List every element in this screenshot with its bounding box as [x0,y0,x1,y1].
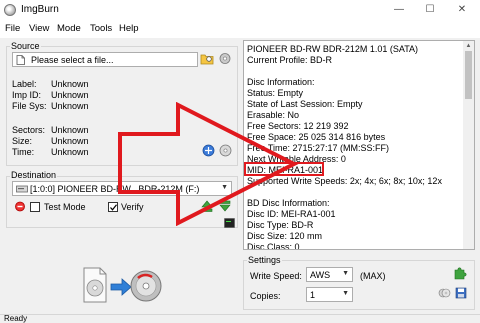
copies-select[interactable]: 1 ▼ [306,287,353,302]
write-image-to-disc-icon [83,267,162,303]
time-value: Unknown [51,147,89,157]
menu-tools[interactable]: Tools [90,23,112,34]
chevron-down-icon: ▼ [342,270,349,277]
menu-file[interactable]: File [5,23,20,34]
menu-bar: File View Mode Tools Help [0,20,480,38]
size-label: Size: [12,136,33,146]
file-sys-label: File Sys: [12,101,47,111]
puzzle-icon[interactable] [453,266,467,280]
test-mode-icon [15,201,25,212]
close-button[interactable]: ✕ [448,2,476,18]
info-line: Disc Class: 0 [247,242,300,250]
refresh-info-icon[interactable] [218,52,232,65]
info-line: Disc Size: 120 mm [247,231,323,241]
menu-help[interactable]: Help [119,23,139,34]
verify-checkbox[interactable] [108,202,118,212]
imp-id-label: Imp ID: [12,90,42,100]
menu-mode[interactable]: Mode [57,23,81,34]
info-line: Disc Information: [247,77,315,87]
window-title: ImgBurn [21,4,59,15]
destination-group-title: Destination [10,170,58,180]
write-speed-select[interactable]: AWS ▼ [306,267,353,282]
size-value: Unknown [51,136,89,146]
save-icon[interactable] [455,287,467,299]
menu-view[interactable]: View [29,23,49,34]
scroll-thumb[interactable] [465,51,472,99]
settings-group [243,260,475,310]
sectors-label: Sectors: [12,125,46,135]
label-label: Label: [12,79,37,89]
browse-folder-icon[interactable] [200,52,214,65]
copy-discs-icon[interactable] [438,287,451,299]
write-speed-value: AWS [310,270,331,280]
copies-label: Copies: [250,291,281,301]
file-sys-value: Unknown [51,101,89,111]
max-speed-label: (MAX) [360,271,386,281]
info-line: Current Profile: BD-R [247,55,333,65]
minimize-button[interactable]: — [385,2,413,18]
drive-icon [16,185,28,193]
checkmark-icon [110,204,117,211]
test-mode-label: Test Mode [44,202,86,212]
label-value: Unknown [51,79,89,89]
scroll-up-icon[interactable]: ▲ [463,41,474,51]
title-bar: ImgBurn — ☐ ✕ [0,0,480,20]
status-bar: Ready [0,314,480,323]
time-label: Time: [12,147,35,157]
imgburn-window: ImgBurn — ☐ ✕ File View Mode Tools Help … [0,0,480,323]
info-line: PIONEER BD-RW BDR-212M 1.01 (SATA) [247,44,419,54]
source-placeholder: Please select a file... [31,55,114,65]
copies-value: 1 [310,290,316,300]
imp-id-value: Unknown [51,90,89,100]
annotation-arrow [118,102,299,226]
write-speed-label: Write Speed: [250,271,302,281]
info-line: Status: Empty [247,88,304,98]
write-button[interactable] [80,264,162,306]
maximize-button[interactable]: ☐ [416,2,444,18]
sectors-value: Unknown [51,125,89,135]
imgburn-disc-icon [4,4,16,16]
chevron-down-icon: ▼ [342,290,349,297]
source-file-input[interactable]: Please select a file... [12,52,198,67]
settings-group-title: Settings [247,255,282,265]
test-mode-checkbox[interactable] [30,202,40,212]
info-scrollbar[interactable]: ▲ [463,41,474,249]
file-icon [16,55,25,65]
source-group-title: Source [10,41,41,51]
